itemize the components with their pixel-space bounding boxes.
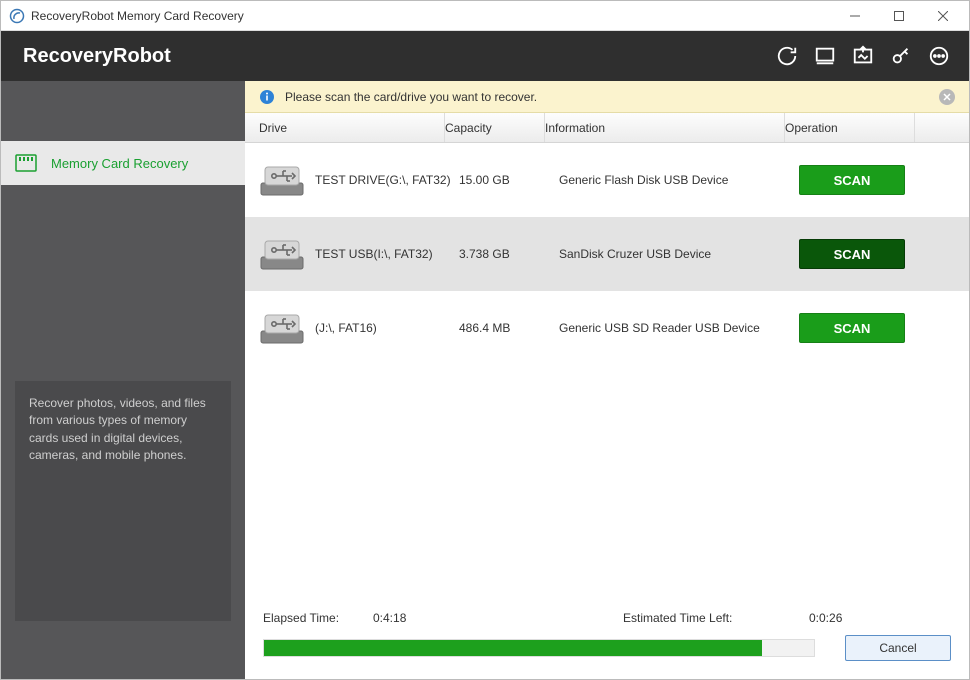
drive-info: Generic Flash Disk USB Device [559, 173, 799, 187]
scan-button[interactable]: SCAN [799, 313, 905, 343]
info-text: Please scan the card/drive you want to r… [285, 90, 929, 104]
more-icon[interactable] [927, 44, 951, 68]
main-area: Memory Card Recovery Recover photos, vid… [1, 81, 969, 679]
minimize-button[interactable] [833, 1, 877, 30]
column-operation[interactable]: Operation [785, 113, 915, 142]
info-icon [259, 89, 275, 105]
drive-operation: SCAN [799, 165, 935, 195]
sidebar-item-memory-card-recovery[interactable]: Memory Card Recovery [1, 141, 245, 185]
usb-drive-icon [259, 235, 305, 273]
eta-value: 0:0:26 [809, 611, 889, 625]
refresh-icon[interactable] [775, 44, 799, 68]
column-drive[interactable]: Drive [245, 113, 445, 142]
usb-drive-icon [259, 161, 305, 199]
content-area: Please scan the card/drive you want to r… [245, 81, 969, 679]
eta-label: Estimated Time Left: [623, 611, 809, 625]
scan-button[interactable]: SCAN [799, 165, 905, 195]
table-header: Drive Capacity Information Operation [245, 113, 969, 143]
image-load-icon[interactable] [851, 44, 875, 68]
sidebar-description: Recover photos, videos, and files from v… [15, 381, 231, 621]
drive-row[interactable]: (J:\, FAT16) 486.4 MB Generic USB SD Rea… [245, 291, 969, 365]
drive-row[interactable]: TEST DRIVE(G:\, FAT32) 15.00 GB Generic … [245, 143, 969, 217]
sidebar-spacer [1, 81, 245, 141]
drive-capacity: 3.738 GB [459, 247, 559, 261]
footer-panel: Elapsed Time: 0:4:18 Estimated Time Left… [245, 599, 969, 679]
drive-operation: SCAN [799, 239, 935, 269]
progress-bar [263, 639, 815, 657]
scan-button[interactable]: SCAN [799, 239, 905, 269]
monitor-icon[interactable] [813, 44, 837, 68]
memory-card-icon [15, 154, 37, 172]
brand-label: RecoveryRobot [23, 45, 775, 68]
column-capacity[interactable]: Capacity [445, 113, 545, 142]
progress-row: Cancel [263, 635, 951, 661]
window-controls [833, 1, 965, 30]
column-spacer [915, 113, 969, 142]
time-row: Elapsed Time: 0:4:18 Estimated Time Left… [263, 611, 951, 625]
drive-name: TEST USB(I:\, FAT32) [315, 247, 459, 261]
info-bar: Please scan the card/drive you want to r… [245, 81, 969, 113]
drive-row[interactable]: TEST USB(I:\, FAT32) 3.738 GB SanDisk Cr… [245, 217, 969, 291]
progress-fill [264, 640, 762, 656]
close-info-icon[interactable] [939, 89, 955, 105]
drive-operation: SCAN [799, 313, 935, 343]
elapsed-label: Elapsed Time: [263, 611, 373, 625]
titlebar: RecoveryRobot Memory Card Recovery [1, 1, 969, 31]
drive-capacity: 15.00 GB [459, 173, 559, 187]
window-title: RecoveryRobot Memory Card Recovery [31, 9, 833, 23]
column-information[interactable]: Information [545, 113, 785, 142]
maximize-button[interactable] [877, 1, 921, 30]
cancel-button[interactable]: Cancel [845, 635, 951, 661]
drive-name: TEST DRIVE(G:\, FAT32) [315, 173, 459, 187]
drive-list: TEST DRIVE(G:\, FAT32) 15.00 GB Generic … [245, 143, 969, 599]
drive-info: Generic USB SD Reader USB Device [559, 321, 799, 335]
close-button[interactable] [921, 1, 965, 30]
elapsed-value: 0:4:18 [373, 611, 623, 625]
app-icon [9, 8, 25, 24]
header-toolbar [775, 44, 951, 68]
drive-name: (J:\, FAT16) [315, 321, 459, 335]
key-icon[interactable] [889, 44, 913, 68]
sidebar: Memory Card Recovery Recover photos, vid… [1, 81, 245, 679]
sidebar-item-label: Memory Card Recovery [51, 156, 188, 171]
usb-drive-icon [259, 309, 305, 347]
drive-capacity: 486.4 MB [459, 321, 559, 335]
app-header: RecoveryRobot [1, 31, 969, 81]
drive-info: SanDisk Cruzer USB Device [559, 247, 799, 261]
